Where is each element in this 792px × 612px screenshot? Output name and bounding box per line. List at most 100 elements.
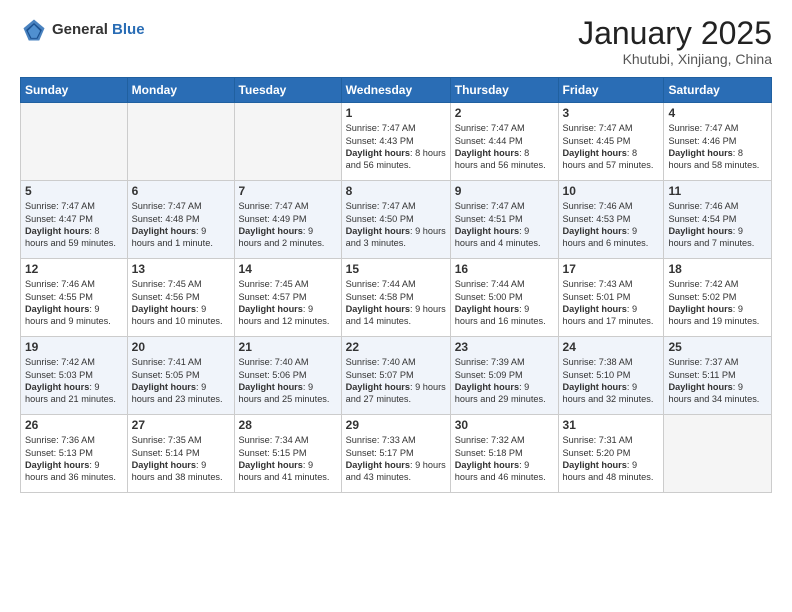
day-info: Sunrise: 7:45 AMSunset: 4:57 PMDaylight … bbox=[239, 278, 337, 328]
logo-general: General bbox=[52, 21, 108, 38]
day-info: Sunrise: 7:37 AMSunset: 5:11 PMDaylight … bbox=[668, 356, 767, 406]
weekday-wednesday: Wednesday bbox=[341, 78, 450, 103]
table-row: 30 Sunrise: 7:32 AMSunset: 5:18 PMDayligh… bbox=[450, 415, 558, 493]
weekday-saturday: Saturday bbox=[664, 78, 772, 103]
day-info: Sunrise: 7:46 AMSunset: 4:54 PMDaylight … bbox=[668, 200, 767, 250]
weekday-friday: Friday bbox=[558, 78, 664, 103]
day-number: 1 bbox=[346, 106, 446, 120]
table-row: 5Sunrise: 7:47 AMSunset: 4:47 PMDaylight… bbox=[21, 181, 128, 259]
weekday-thursday: Thursday bbox=[450, 78, 558, 103]
day-info: Sunrise: 7:34 AMSunset: 5:15 PMDaylight … bbox=[239, 434, 337, 484]
logo-blue: Blue bbox=[112, 21, 145, 38]
table-row: 27 Sunrise: 7:35 AMSunset: 5:14 PMDayligh… bbox=[127, 415, 234, 493]
table-row bbox=[127, 103, 234, 181]
day-number: 13 bbox=[132, 262, 230, 276]
day-info: Sunrise: 7:44 AMSunset: 4:58 PMDaylight … bbox=[346, 278, 446, 328]
day-number: 24 bbox=[563, 340, 660, 354]
day-info: Sunrise: 7:47 AMSunset: 4:50 PMDaylight … bbox=[346, 200, 446, 250]
day-number: 22 bbox=[346, 340, 446, 354]
calendar-week-4: 19 Sunrise: 7:42 AMSunset: 5:03 PMDayligh… bbox=[21, 337, 772, 415]
day-info: Sunrise: 7:31 AMSunset: 5:20 PMDaylight … bbox=[563, 434, 660, 484]
table-row: 11 Sunrise: 7:46 AMSunset: 4:54 PMDayligh… bbox=[664, 181, 772, 259]
table-row: 2Sunrise: 7:47 AMSunset: 4:44 PMDaylight… bbox=[450, 103, 558, 181]
day-info: Sunrise: 7:42 AMSunset: 5:03 PMDaylight … bbox=[25, 356, 123, 406]
table-row: 22 Sunrise: 7:40 AMSunset: 5:07 PMDayligh… bbox=[341, 337, 450, 415]
weekday-monday: Monday bbox=[127, 78, 234, 103]
day-info: Sunrise: 7:47 AMSunset: 4:48 PMDaylight … bbox=[132, 200, 230, 250]
day-number: 25 bbox=[668, 340, 767, 354]
day-number: 30 bbox=[455, 418, 554, 432]
table-row: 8 Sunrise: 7:47 AMSunset: 4:50 PMDaylight… bbox=[341, 181, 450, 259]
weekday-header-row: SundayMondayTuesdayWednesdayThursdayFrid… bbox=[21, 78, 772, 103]
table-row: 29 Sunrise: 7:33 AMSunset: 5:17 PMDayligh… bbox=[341, 415, 450, 493]
day-number: 12 bbox=[25, 262, 123, 276]
day-number: 4 bbox=[668, 106, 767, 120]
table-row bbox=[21, 103, 128, 181]
day-number: 26 bbox=[25, 418, 123, 432]
calendar-week-2: 5Sunrise: 7:47 AMSunset: 4:47 PMDaylight… bbox=[21, 181, 772, 259]
day-info: Sunrise: 7:47 AMSunset: 4:44 PMDaylight … bbox=[455, 122, 554, 172]
page: General Blue January 2025 Khutubi, Xinji… bbox=[0, 0, 792, 612]
month-title: January 2025 bbox=[578, 16, 772, 51]
day-info: Sunrise: 7:35 AMSunset: 5:14 PMDaylight … bbox=[132, 434, 230, 484]
day-number: 20 bbox=[132, 340, 230, 354]
day-number: 5 bbox=[25, 184, 123, 198]
calendar: SundayMondayTuesdayWednesdayThursdayFrid… bbox=[20, 77, 772, 493]
day-number: 31 bbox=[563, 418, 660, 432]
table-row: 20 Sunrise: 7:41 AMSunset: 5:05 PMDayligh… bbox=[127, 337, 234, 415]
table-row: 28 Sunrise: 7:34 AMSunset: 5:15 PMDayligh… bbox=[234, 415, 341, 493]
table-row: 16 Sunrise: 7:44 AMSunset: 5:00 PMDayligh… bbox=[450, 259, 558, 337]
table-row: 4 Sunrise: 7:47 AMSunset: 4:46 PMDaylight… bbox=[664, 103, 772, 181]
day-info: Sunrise: 7:32 AMSunset: 5:18 PMDaylight … bbox=[455, 434, 554, 484]
weekday-sunday: Sunday bbox=[21, 78, 128, 103]
table-row: 24 Sunrise: 7:38 AMSunset: 5:10 PMDayligh… bbox=[558, 337, 664, 415]
table-row: 21 Sunrise: 7:40 AMSunset: 5:06 PMDayligh… bbox=[234, 337, 341, 415]
day-number: 7 bbox=[239, 184, 337, 198]
logo-icon bbox=[20, 16, 48, 44]
day-number: 28 bbox=[239, 418, 337, 432]
table-row: 31 Sunrise: 7:31 AMSunset: 5:20 PMDayligh… bbox=[558, 415, 664, 493]
day-number: 8 bbox=[346, 184, 446, 198]
day-number: 9 bbox=[455, 184, 554, 198]
day-number: 11 bbox=[668, 184, 767, 198]
day-info: Sunrise: 7:47 AMSunset: 4:45 PMDaylight … bbox=[563, 122, 660, 172]
day-info: Sunrise: 7:46 AMSunset: 4:53 PMDaylight … bbox=[563, 200, 660, 250]
logo-text: General Blue bbox=[52, 22, 145, 39]
day-info: Sunrise: 7:44 AMSunset: 5:00 PMDaylight … bbox=[455, 278, 554, 328]
calendar-week-1: 1 Sunrise: 7:47 AMSunset: 4:43 PMDaylight… bbox=[21, 103, 772, 181]
day-info: Sunrise: 7:41 AMSunset: 5:05 PMDaylight … bbox=[132, 356, 230, 406]
day-number: 19 bbox=[25, 340, 123, 354]
day-number: 3 bbox=[563, 106, 660, 120]
day-info: Sunrise: 7:40 AMSunset: 5:07 PMDaylight … bbox=[346, 356, 446, 406]
day-number: 27 bbox=[132, 418, 230, 432]
day-info: Sunrise: 7:47 AMSunset: 4:43 PMDaylight … bbox=[346, 122, 446, 172]
calendar-week-3: 12 Sunrise: 7:46 AMSunset: 4:55 PMDayligh… bbox=[21, 259, 772, 337]
day-info: Sunrise: 7:43 AMSunset: 5:01 PMDaylight … bbox=[563, 278, 660, 328]
day-number: 16 bbox=[455, 262, 554, 276]
table-row: 25 Sunrise: 7:37 AMSunset: 5:11 PMDayligh… bbox=[664, 337, 772, 415]
day-info: Sunrise: 7:46 AMSunset: 4:55 PMDaylight … bbox=[25, 278, 123, 328]
table-row: 23Sunrise: 7:39 AMSunset: 5:09 PMDayligh… bbox=[450, 337, 558, 415]
day-number: 21 bbox=[239, 340, 337, 354]
day-info: Sunrise: 7:47 AMSunset: 4:46 PMDaylight … bbox=[668, 122, 767, 172]
day-number: 6 bbox=[132, 184, 230, 198]
day-number: 29 bbox=[346, 418, 446, 432]
table-row: 10Sunrise: 7:46 AMSunset: 4:53 PMDayligh… bbox=[558, 181, 664, 259]
table-row: 13Sunrise: 7:45 AMSunset: 4:56 PMDayligh… bbox=[127, 259, 234, 337]
day-info: Sunrise: 7:40 AMSunset: 5:06 PMDaylight … bbox=[239, 356, 337, 406]
weekday-tuesday: Tuesday bbox=[234, 78, 341, 103]
table-row bbox=[664, 415, 772, 493]
day-number: 18 bbox=[668, 262, 767, 276]
day-info: Sunrise: 7:38 AMSunset: 5:10 PMDaylight … bbox=[563, 356, 660, 406]
day-info: Sunrise: 7:47 AMSunset: 4:51 PMDaylight … bbox=[455, 200, 554, 250]
table-row: 17Sunrise: 7:43 AMSunset: 5:01 PMDayligh… bbox=[558, 259, 664, 337]
table-row: 19 Sunrise: 7:42 AMSunset: 5:03 PMDayligh… bbox=[21, 337, 128, 415]
day-info: Sunrise: 7:39 AMSunset: 5:09 PMDaylight … bbox=[455, 356, 554, 406]
day-info: Sunrise: 7:33 AMSunset: 5:17 PMDaylight … bbox=[346, 434, 446, 484]
logo: General Blue bbox=[20, 16, 145, 44]
day-number: 15 bbox=[346, 262, 446, 276]
table-row: 6 Sunrise: 7:47 AMSunset: 4:48 PMDaylight… bbox=[127, 181, 234, 259]
day-info: Sunrise: 7:36 AMSunset: 5:13 PMDaylight … bbox=[25, 434, 123, 484]
table-row: 15 Sunrise: 7:44 AMSunset: 4:58 PMDayligh… bbox=[341, 259, 450, 337]
table-row: 18Sunrise: 7:42 AMSunset: 5:02 PMDayligh… bbox=[664, 259, 772, 337]
